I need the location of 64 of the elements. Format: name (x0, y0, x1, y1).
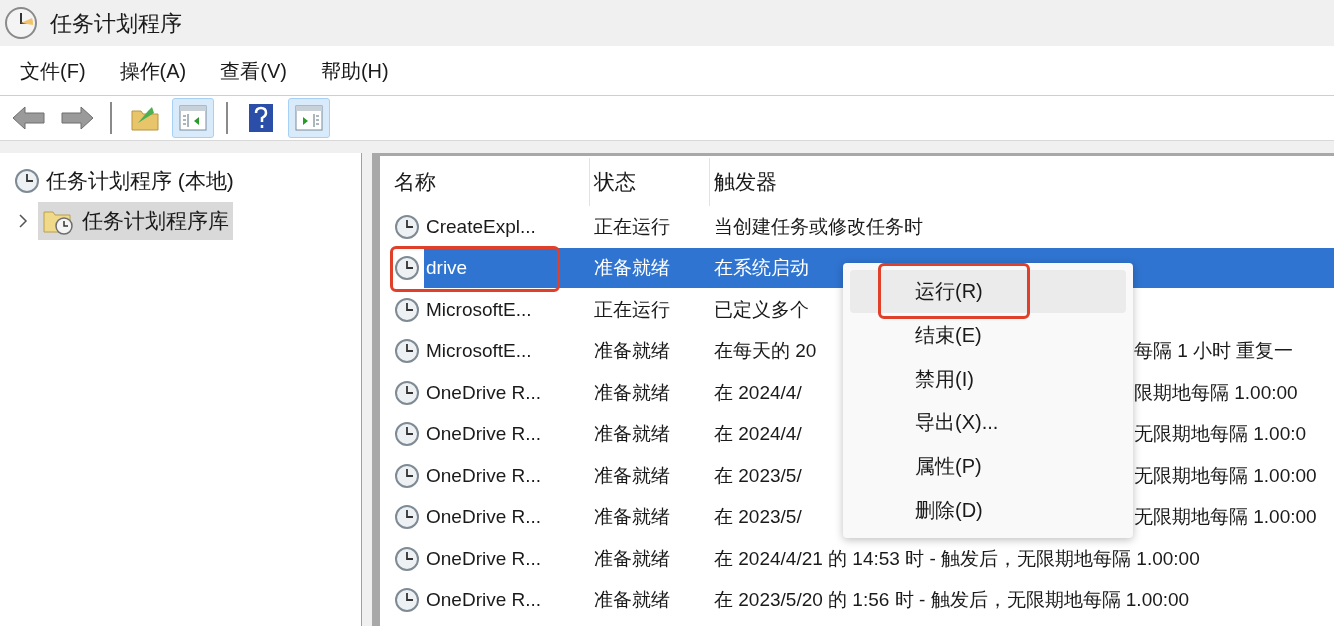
menu-item[interactable]: 操作(A) (119, 55, 187, 86)
trigger-cell-text: 在 2023/5/20 的 1:56 时 - 触发后，无限期地每隔 1.00:00 (713, 588, 1191, 612)
menu-item[interactable]: 删除(D) (850, 488, 1126, 532)
trigger-cell-text: 无限期地每隔 1.00:00 (1134, 463, 1317, 488)
clock-icon (394, 462, 420, 489)
window-title: 任务计划程序 (50, 9, 182, 38)
status-cell-text: 准备就绪 (593, 256, 671, 280)
clock-icon (394, 338, 420, 365)
task-name[interactable]: OneDrive R... (424, 580, 544, 621)
menu-item[interactable]: 属性(P) (850, 444, 1126, 488)
clock-icon (394, 296, 420, 323)
clock-icon (394, 587, 420, 614)
clock-icon (394, 213, 420, 240)
trigger-cell-text: 在系统启动 (713, 256, 810, 280)
clock-icon (394, 421, 420, 448)
task-name[interactable]: OneDrive R... (424, 538, 544, 579)
task-name[interactable]: OneDrive R... (424, 497, 544, 538)
clock-icon (14, 168, 40, 194)
status-cell-text: 准备就绪 (593, 505, 671, 529)
trigger-cell-text: 在 2024/4/21 的 14:53 时 - 触发后，无限期地每隔 1.00:00 (713, 546, 1201, 571)
trigger-cell-text: 在每天的 20 (713, 339, 818, 363)
status-cell-text: 正在运行 (593, 214, 671, 239)
chevron-icon[interactable] (18, 214, 28, 228)
trigger-cell-text: 在 2023/5/ (713, 463, 803, 488)
trigger-cell-text: 当创建任务或修改任务时 (713, 214, 924, 239)
tree-item[interactable]: 任务计划程序库 (38, 202, 233, 240)
menu-item[interactable]: 导出(X)... (850, 401, 1126, 444)
task-name[interactable]: OneDrive R... (424, 414, 544, 455)
task-name[interactable]: MicrosoftE... (424, 289, 534, 330)
menu-item[interactable]: 查看(V) (220, 55, 287, 86)
clock-icon (394, 255, 420, 282)
tree-item[interactable]: 任务计划程序 (本地) (10, 162, 238, 200)
menu-item[interactable]: 结束(E) (850, 313, 1126, 357)
task-name[interactable]: MicrosoftE... (424, 331, 534, 372)
status-cell-text: 准备就绪 (593, 588, 671, 612)
menu-item[interactable]: 帮助(H) (320, 55, 389, 86)
trigger-cell-text: 无限期地每隔 1.00:0 (1134, 422, 1307, 446)
status-cell-text: 准备就绪 (593, 463, 671, 488)
status-cell-text: 准备就绪 (593, 546, 671, 571)
trigger-cell-text: 在 2023/5/ (713, 505, 803, 529)
trigger-cell-text: 限期地每隔 1.00:00 (1134, 380, 1298, 405)
status-cell-text: 准备就绪 (593, 422, 671, 446)
status-cell-text: 准备就绪 (593, 380, 671, 405)
menu-item[interactable]: 禁用(I) (850, 357, 1126, 400)
task-name[interactable]: OneDrive R... (424, 455, 544, 496)
trigger-cell-text: 每隔 1 小时 重复一 (1134, 339, 1294, 363)
trigger-cell-text: 无限期地每隔 1.00:00 (1134, 505, 1317, 529)
clock-icon (4, 6, 38, 40)
trigger-cell-text: 在 2024/4/ (713, 422, 803, 446)
clock-icon (394, 379, 420, 406)
task-name[interactable]: OneDrive R... (424, 372, 544, 413)
menu-item[interactable]: 运行(R) (850, 270, 1126, 313)
column-header[interactable]: 状态 (590, 158, 710, 206)
clock-icon (394, 545, 420, 572)
column-header[interactable]: 名称 (390, 158, 590, 206)
trigger-cell-text: 在 2024/4/ (713, 380, 803, 405)
task-name[interactable]: drive (424, 248, 588, 289)
status-cell-text: 准备就绪 (593, 339, 671, 363)
column-header[interactable]: 触发器 (710, 158, 1334, 206)
status-cell-text: 正在运行 (593, 297, 671, 322)
task-name[interactable]: CreateExpl... (424, 206, 538, 247)
clock-icon (394, 504, 420, 531)
menu-item[interactable]: 文件(F) (20, 55, 86, 86)
trigger-cell-text: 已定义多个 (713, 297, 810, 322)
